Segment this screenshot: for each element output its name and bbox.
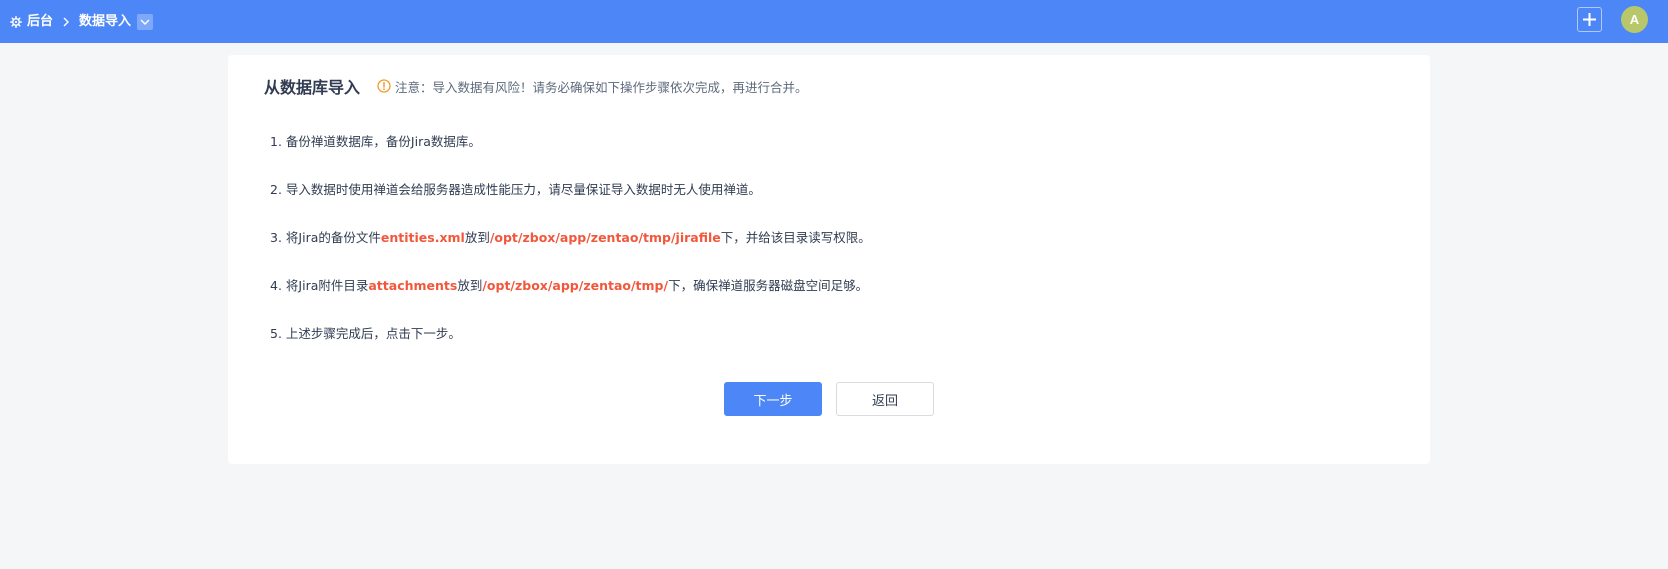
step-number: 3. xyxy=(270,230,286,245)
highlight-dirname: attachments xyxy=(368,278,458,293)
add-button[interactable] xyxy=(1577,7,1602,32)
step-number: 4. xyxy=(270,278,286,293)
step-text: 放到 xyxy=(464,230,490,245)
step-text: 上述步骤完成后，点击下一步。 xyxy=(285,326,461,341)
top-navbar: 后台 数据导入 A xyxy=(0,0,1668,43)
step-text: 导入数据时使用禅道会给服务器造成性能压力，请尽量保证导入数据时无人使用禅道。 xyxy=(285,182,761,197)
breadcrumb-home[interactable]: 后台 xyxy=(27,0,53,43)
breadcrumb-current[interactable]: 数据导入 xyxy=(79,0,131,43)
highlight-path: /opt/zbox/app/zentao/tmp/ xyxy=(482,278,669,293)
chevron-down-icon[interactable] xyxy=(137,13,154,30)
highlight-filename: entities.xml xyxy=(380,230,465,245)
plus-icon xyxy=(1582,12,1597,27)
step-text: 下，并给该目录读写权限。 xyxy=(720,230,871,245)
import-card: 从数据库导入 注意：导入数据有风险！请务必确保如下操作步骤依次完成，再进行合并。… xyxy=(228,55,1430,464)
breadcrumb: 后台 数据导入 xyxy=(0,0,154,43)
card-header: 从数据库导入 注意：导入数据有风险！请务必确保如下操作步骤依次完成，再进行合并。 xyxy=(264,71,808,101)
step-number: 2. xyxy=(270,182,286,197)
step-number: 5. xyxy=(270,326,286,341)
step-text: 备份禅道数据库，备份Jira数据库。 xyxy=(285,134,481,149)
user-avatar[interactable]: A xyxy=(1621,6,1648,33)
step-text: 将Jira附件目录 xyxy=(285,278,369,293)
chevron-right-icon xyxy=(53,15,79,29)
page-title: 从数据库导入 xyxy=(264,78,361,97)
step-text: 放到 xyxy=(457,278,483,293)
gear-icon xyxy=(9,15,23,29)
back-button[interactable]: 返回 xyxy=(836,382,934,416)
steps-list: 1. 备份禅道数据库，备份Jira数据库。 2. 导入数据时使用禅道会给服务器造… xyxy=(270,133,1370,373)
step-item: 1. 备份禅道数据库，备份Jira数据库。 xyxy=(270,133,1370,181)
step-item: 4. 将Jira附件目录attachments放到/opt/zbox/app/z… xyxy=(270,277,1370,325)
next-step-button[interactable]: 下一步 xyxy=(724,382,822,416)
step-number: 1. xyxy=(270,134,286,149)
warning-circle-icon xyxy=(376,79,391,94)
step-item: 5. 上述步骤完成后，点击下一步。 xyxy=(270,325,1370,373)
step-item: 2. 导入数据时使用禅道会给服务器造成性能压力，请尽量保证导入数据时无人使用禅道… xyxy=(270,181,1370,229)
warning-notice: 注意：导入数据有风险！请务必确保如下操作步骤依次完成，再进行合并。 xyxy=(395,79,808,95)
step-item: 3. 将Jira的备份文件entities.xml放到/opt/zbox/app… xyxy=(270,229,1370,277)
highlight-path: /opt/zbox/app/zentao/tmp/jirafile xyxy=(489,230,721,245)
step-text: 下，确保禅道服务器磁盘空间足够。 xyxy=(668,278,869,293)
step-text: 将Jira的备份文件 xyxy=(285,230,381,245)
